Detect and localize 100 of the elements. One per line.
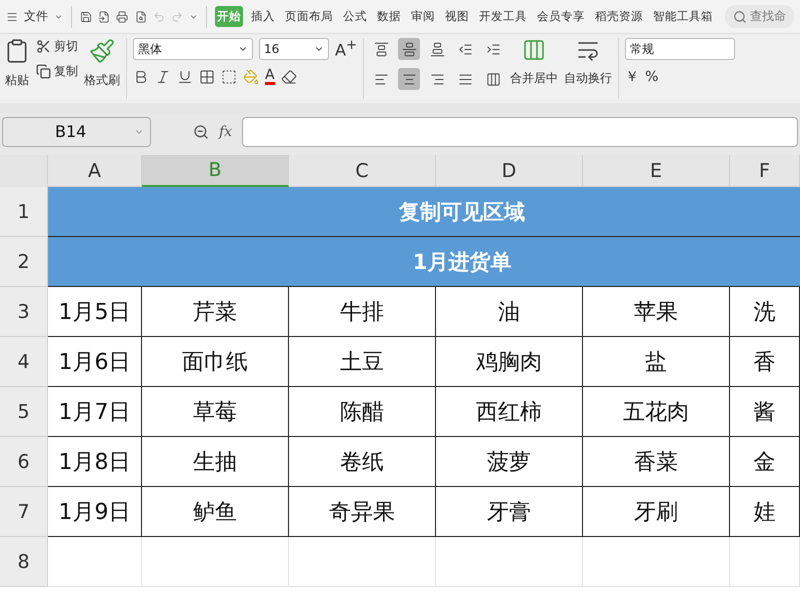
grow-font-button[interactable]: A$^{+}$	[335, 38, 358, 60]
eraser-icon[interactable]	[280, 68, 297, 84]
paintbrush-icon[interactable]	[89, 38, 115, 64]
print-icon[interactable]	[116, 8, 129, 24]
percent-button[interactable]: %	[645, 69, 658, 85]
table-cell: 生抽	[142, 437, 289, 487]
print-preview-icon[interactable]	[134, 8, 147, 24]
table-cell: 油	[436, 287, 583, 337]
align-icon	[486, 42, 501, 56]
table-cell: 牙刷	[583, 487, 730, 537]
name-box[interactable]: B14	[2, 116, 151, 146]
table-cell: 鲈鱼	[142, 487, 289, 537]
table-cell: 面巾纸	[142, 337, 289, 387]
table-cell: 西红柿	[436, 387, 583, 437]
currency-button[interactable]: ￥	[625, 68, 640, 86]
table-cell: 酱	[730, 387, 800, 437]
fx-icon[interactable]: fx	[219, 124, 232, 140]
align-icon	[430, 72, 445, 86]
table-cell: 金	[730, 437, 800, 487]
align-button[interactable]	[398, 68, 420, 90]
font-size-dropdown[interactable]: 16	[259, 38, 329, 60]
ribbon-tab[interactable]: 会员专享	[534, 6, 587, 27]
column-header[interactable]: A	[48, 155, 142, 187]
table-cell: 香菜	[583, 437, 730, 487]
merge-cells-icon[interactable]	[522, 38, 546, 62]
table-cell: 娃	[730, 487, 800, 537]
formula-field[interactable]	[242, 116, 798, 146]
table-cell: 1月8日	[48, 437, 142, 487]
align-icon	[402, 72, 417, 86]
wrap-text-button[interactable]: 自动换行	[564, 70, 612, 87]
table-cell: 五花肉	[583, 387, 730, 437]
table-cell: 芹菜	[142, 287, 289, 337]
column-header[interactable]: E	[583, 155, 730, 187]
number-format-dropdown[interactable]: 常规	[625, 38, 736, 60]
italic-icon[interactable]	[155, 68, 171, 84]
ribbon-tab[interactable]: 插入	[248, 6, 277, 27]
align-icon	[402, 42, 417, 56]
align-icon	[374, 72, 389, 86]
font-name-dropdown[interactable]: 黑体	[133, 38, 253, 60]
table-cell: 卷纸	[289, 437, 436, 487]
paste-button[interactable]: 粘贴	[5, 72, 29, 89]
table-cell: 草莓	[142, 387, 289, 437]
empty-cell	[730, 537, 800, 587]
title-cell: 1月进货单	[48, 237, 800, 287]
align-icon	[430, 42, 445, 56]
row-header[interactable]: 3	[0, 287, 48, 337]
borders-icon[interactable]	[199, 68, 215, 84]
ribbon-tab[interactable]: 视图	[442, 6, 471, 27]
column-header[interactable]: D	[436, 155, 583, 187]
search-field[interactable]: 查找命	[724, 5, 794, 28]
export-icon[interactable]	[98, 8, 110, 24]
row-header[interactable]: 1	[0, 187, 48, 237]
ribbon-tab[interactable]: 审阅	[408, 6, 437, 27]
underline-icon[interactable]	[177, 68, 193, 84]
row-header[interactable]: 5	[0, 387, 48, 437]
table-cell: 牛排	[289, 287, 436, 337]
merge-center-button[interactable]: 合并居中	[510, 70, 558, 87]
search-icon	[732, 10, 747, 24]
table-cell: 1月5日	[48, 287, 142, 337]
align-icon	[374, 42, 389, 56]
table-cell: 陈醋	[289, 387, 436, 437]
copy-button[interactable]: 复制	[36, 63, 78, 80]
ribbon-tab[interactable]: 智能工具箱	[650, 6, 715, 27]
cut-button[interactable]: 剪切	[36, 38, 78, 55]
table-cell: 香	[730, 337, 800, 387]
table-cell: 土豆	[289, 337, 436, 387]
table-cell: 苹果	[583, 287, 730, 337]
ribbon-tab[interactable]: 公式	[340, 6, 369, 27]
ribbon-tab[interactable]: 数据	[374, 6, 403, 27]
row-header[interactable]: 7	[0, 487, 48, 537]
align-icon	[458, 72, 473, 86]
copy-icon	[36, 64, 51, 79]
format-painter-button[interactable]: 格式刷	[84, 72, 120, 89]
file-menu[interactable]: 文件	[24, 8, 48, 25]
table-cell: 1月6日	[48, 337, 142, 387]
table-cell: 牙膏	[436, 487, 583, 537]
cell-style-icon[interactable]	[221, 68, 237, 84]
ribbon-tab[interactable]: 页面布局	[282, 6, 335, 27]
ribbon-tab[interactable]: 稻壳资源	[592, 6, 645, 27]
row-header[interactable]: 2	[0, 237, 48, 287]
ribbon-tab[interactable]: 开发工具	[476, 6, 529, 27]
table-cell: 奇异果	[289, 487, 436, 537]
align-icon	[458, 42, 473, 56]
align-button[interactable]	[398, 38, 420, 60]
table-cell: 菠萝	[436, 437, 583, 487]
column-header[interactable]: F	[730, 155, 800, 187]
scissors-icon	[36, 39, 51, 54]
title-cell: 复制可见区域	[48, 187, 800, 237]
table-cell: 1月9日	[48, 487, 142, 537]
align-icon	[486, 72, 501, 86]
row-header[interactable]: 6	[0, 437, 48, 487]
table-cell: 洗	[730, 287, 800, 337]
table-cell: 鸡胸肉	[436, 337, 583, 387]
zoom-icon[interactable]	[193, 124, 209, 140]
fill-color-icon[interactable]	[243, 68, 259, 84]
row-header[interactable]: 8	[0, 537, 48, 587]
table-cell: 1月7日	[48, 387, 142, 437]
row-header[interactable]: 4	[0, 337, 48, 387]
column-header[interactable]: C	[289, 155, 436, 187]
table-cell: 盐	[583, 337, 730, 387]
